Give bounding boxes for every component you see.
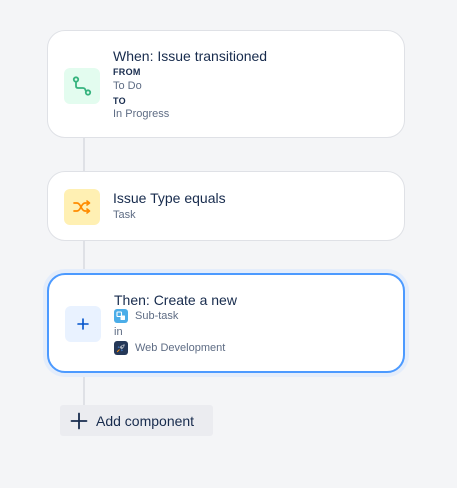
trigger-card[interactable]: When: Issue transitioned FROM To Do TO I… <box>47 30 405 138</box>
transition-icon <box>72 76 92 96</box>
action-card[interactable]: Then: Create a new Sub-task in Web Devel… <box>47 273 405 373</box>
trigger-icon-box <box>64 68 100 104</box>
issue-type-value: Sub-task <box>135 310 179 322</box>
in-label: in <box>114 326 123 338</box>
from-label: FROM <box>113 67 141 77</box>
shuffle-icon <box>73 200 91 214</box>
rule-builder-canvas: When: Issue transitioned FROM To Do TO I… <box>0 0 457 488</box>
to-value: In Progress <box>113 108 170 120</box>
connector-line <box>83 240 85 273</box>
subtask-icon <box>114 309 128 323</box>
add-component-button[interactable]: Add component <box>60 405 213 436</box>
plus-icon <box>77 318 89 330</box>
add-component-label: Add component <box>96 412 195 429</box>
project-row: Web Development <box>114 341 225 355</box>
connector-line <box>83 372 85 405</box>
issue-type-row: Sub-task <box>114 309 178 323</box>
connector-line <box>83 137 85 172</box>
action-title: Then: Create a new <box>114 292 237 308</box>
plus-icon <box>70 412 88 430</box>
action-icon-box <box>65 306 101 342</box>
condition-value: Task <box>113 209 136 221</box>
rocket-icon <box>114 341 128 355</box>
trigger-title: When: Issue transitioned <box>113 48 268 64</box>
condition-card[interactable]: Issue Type equals Task <box>47 171 405 241</box>
from-value: To Do <box>113 80 142 92</box>
condition-icon-box <box>64 189 100 225</box>
project-value: Web Development <box>135 342 226 354</box>
condition-title: Issue Type equals <box>113 190 226 206</box>
to-label: TO <box>113 96 126 106</box>
